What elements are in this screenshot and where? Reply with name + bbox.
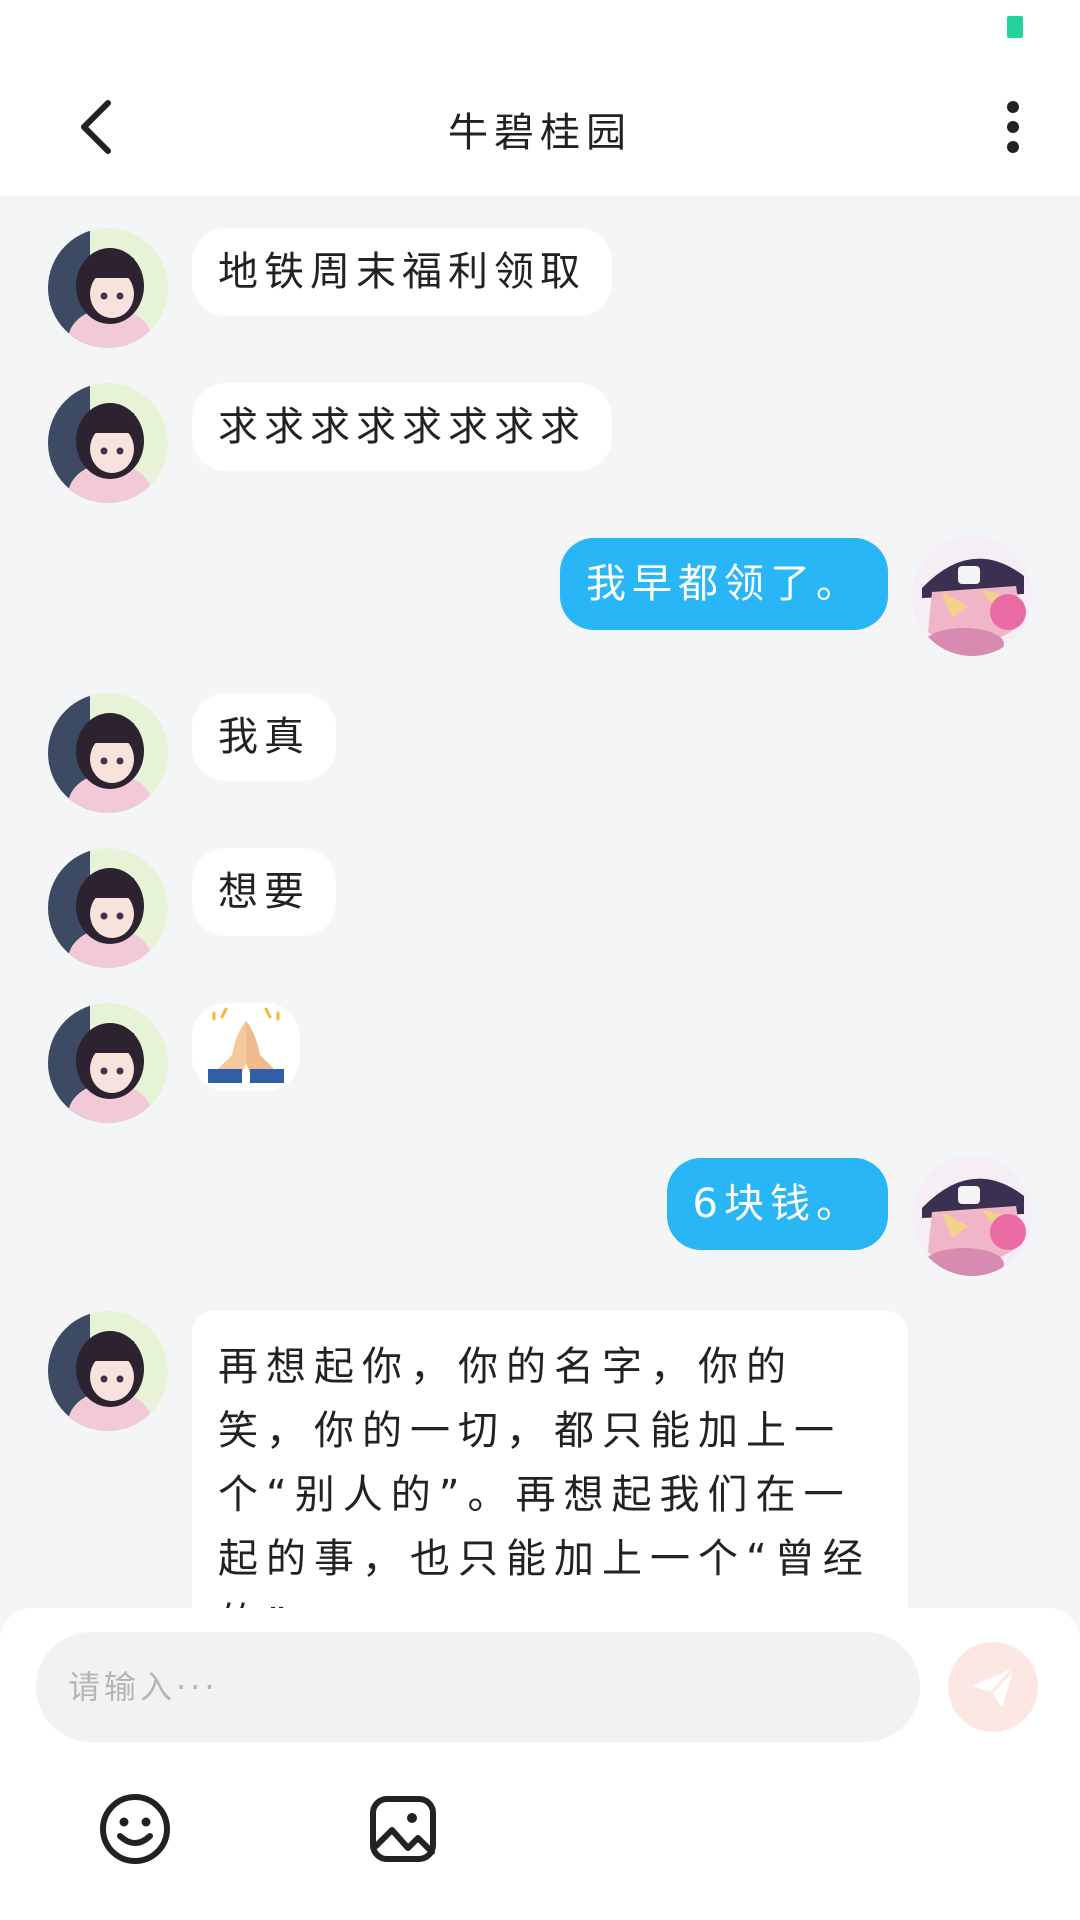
more-vertical-icon xyxy=(1007,101,1019,153)
contact-avatar[interactable] xyxy=(48,383,168,503)
page-title: 牛碧桂园 xyxy=(448,110,632,156)
battery-icon xyxy=(1007,16,1023,38)
message-bubble[interactable]: 再想起你，你的名字，你的笑，你的一切，都只能加上一个“别人的”。再想起我们在一起… xyxy=(192,1311,908,1608)
message-row: 我真 xyxy=(0,661,1080,813)
message-row: 地铁周末福利领取 xyxy=(0,196,1080,348)
contact-avatar[interactable] xyxy=(48,693,168,813)
message-bubble[interactable]: 🙏 xyxy=(192,1003,300,1091)
message-list[interactable]: 地铁周末福利领取 求求求求求求求求 我早都领了。 我真 想要 6块钱。 再想起你… xyxy=(0,196,1080,1608)
message-bubble[interactable]: 求求求求求求求求 xyxy=(192,383,612,471)
message-bubble[interactable]: 6块钱。 xyxy=(666,1158,888,1250)
image-icon xyxy=(370,1796,436,1862)
user-avatar[interactable] xyxy=(912,1156,1032,1276)
smiley-icon xyxy=(100,1794,170,1864)
message-bubble[interactable]: 地铁周末福利领取 xyxy=(192,228,612,316)
image-button[interactable] xyxy=(368,1794,438,1864)
more-button[interactable] xyxy=(990,92,1036,162)
contact-avatar[interactable] xyxy=(48,848,168,968)
message-bubble[interactable]: 想要 xyxy=(192,848,336,936)
folded-hands-icon xyxy=(208,1007,284,1083)
emoji-button[interactable] xyxy=(98,1792,172,1866)
send-icon xyxy=(972,1666,1016,1708)
message-input[interactable] xyxy=(36,1632,920,1742)
chevron-left-icon xyxy=(81,100,111,154)
composer-panel xyxy=(0,1608,1080,1920)
message-bubble[interactable]: 我真 xyxy=(192,693,336,781)
message-row: 再想起你，你的名字，你的笑，你的一切，都只能加上一个“别人的”。再想起我们在一起… xyxy=(0,1281,1080,1608)
message-row: 想要 xyxy=(0,816,1080,968)
contact-avatar[interactable] xyxy=(48,1311,168,1431)
message-row: 6块钱。 xyxy=(0,1126,1080,1286)
contact-avatar[interactable] xyxy=(48,1003,168,1123)
back-button[interactable] xyxy=(66,92,126,162)
user-avatar[interactable] xyxy=(912,536,1032,656)
message-row: 求求求求求求求求 xyxy=(0,351,1080,503)
send-button[interactable] xyxy=(948,1642,1038,1732)
message-row: 🙏 xyxy=(0,971,1080,1123)
status-bar xyxy=(0,0,1080,56)
chat-header: 牛碧桂园 xyxy=(0,56,1080,196)
message-bubble[interactable]: 我早都领了。 xyxy=(560,538,888,630)
contact-avatar[interactable] xyxy=(48,228,168,348)
message-row: 我早都领了。 xyxy=(0,506,1080,666)
